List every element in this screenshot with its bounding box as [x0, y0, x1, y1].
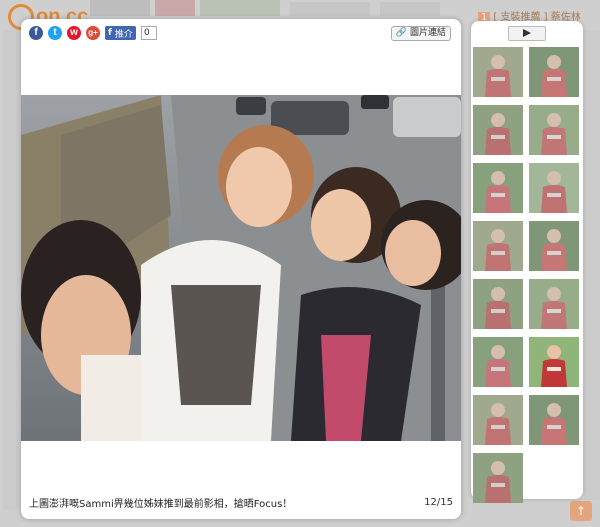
weibo-icon[interactable]: w: [67, 26, 81, 40]
fb-like-button[interactable]: f 推介: [105, 26, 136, 40]
thumbnail-item[interactable]: [529, 163, 579, 213]
bg-side-column: [584, 30, 600, 500]
share-bar: f t w g+ f 推介 0: [29, 26, 157, 40]
photo-counter: 12/15: [424, 497, 453, 508]
twitter-icon[interactable]: t: [48, 26, 62, 40]
photo-caption: 上圖澎湃嘅Sammi畀幾位姊妹推到最前影相，搶晒Focus！: [29, 499, 293, 510]
bg-thumb: [200, 0, 280, 16]
thumbnail-item[interactable]: [529, 395, 579, 445]
thumbnail-item[interactable]: [529, 279, 579, 329]
thumbnail-panel: [471, 21, 583, 503]
thumbnail-item[interactable]: [473, 453, 523, 503]
bg-side-column: [3, 30, 18, 510]
slideshow-play-button[interactable]: [508, 26, 546, 41]
main-photo: [21, 95, 461, 441]
thumbnail-item[interactable]: [529, 47, 579, 97]
bg-thumb: [90, 0, 150, 16]
facebook-icon[interactable]: f: [29, 26, 43, 40]
thumbnail-item[interactable]: [473, 279, 523, 329]
bg-text-block: [290, 2, 370, 16]
google-plus-icon[interactable]: g+: [86, 26, 100, 40]
thumbnail-item[interactable]: [473, 395, 523, 445]
back-to-top-button[interactable]: ↑: [570, 501, 592, 521]
thumbnail-item[interactable]: [473, 163, 523, 213]
facebook-icon: f: [108, 28, 112, 38]
image-link-button[interactable]: 🔗 圖片連結: [390, 26, 451, 41]
thumbnail-item[interactable]: [473, 47, 523, 97]
like-count: 0: [140, 26, 157, 40]
thumbnail-item[interactable]: [527, 335, 581, 389]
thumbnail-item[interactable]: [473, 221, 523, 271]
thumbnail-item[interactable]: [529, 221, 579, 271]
thumbnail-item[interactable]: [473, 337, 523, 387]
bg-text-block: [380, 2, 440, 16]
thumbnail-item[interactable]: [473, 105, 523, 155]
photo-lightbox: f t w g+ f 推介 0 🔗 圖片連結 上圖澎湃嘅Sammi畀幾位姊妹推到…: [21, 19, 461, 519]
thumbnail-item[interactable]: [529, 105, 579, 155]
bg-thumb: [155, 0, 195, 16]
